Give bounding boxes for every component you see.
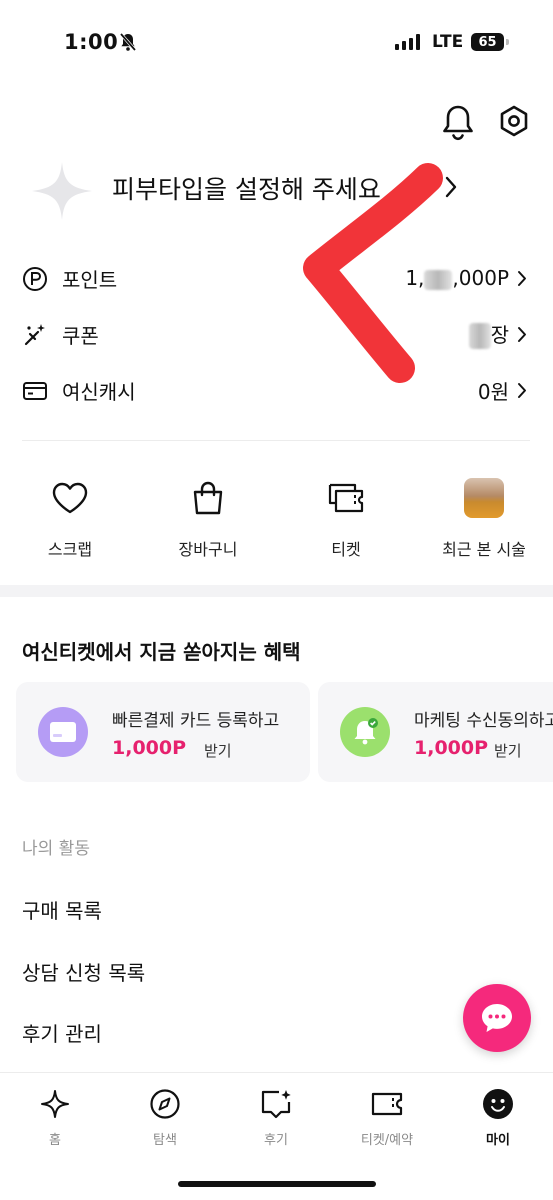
tab-my[interactable]: 마이 [443,1087,553,1148]
cash-row[interactable]: 여신캐시 0원 [0,368,553,412]
cash-icon [23,382,47,400]
points-label: 포인트 [62,267,118,292]
network-label: LTE [432,32,464,52]
points-value: 1, ,000P [405,266,509,290]
tab-label: 티켓/예약 [360,1133,414,1148]
benefit-card[interactable]: 마케팅 수신동의하고 1,000P 받기 [318,682,553,782]
quick-label: 장바구니 [178,540,238,559]
activity-heading: 나의 활동 [22,839,90,859]
tab-ticket[interactable]: 티켓/예약 [332,1087,442,1148]
consult-list-link[interactable]: 상담 신청 목록 [22,957,145,986]
points-row[interactable]: 포인트 1, ,000P [0,256,553,300]
chevron-right-icon[interactable] [444,176,458,198]
purchase-list-link[interactable]: 구매 목록 [22,895,102,924]
chevron-right-icon [518,271,526,286]
chevron-right-icon [518,383,526,398]
quick-ticket[interactable]: 티켓 [286,478,406,560]
home-indicator [178,1181,376,1187]
quick-recent[interactable]: 최근 본 시술 [424,478,544,560]
smile-icon [483,1089,513,1119]
chat-icon [482,1004,512,1032]
benefit-amount: 1,000P [112,737,187,759]
card-icon [38,707,88,757]
tab-label: 후기 [264,1133,288,1148]
tab-label: 마이 [486,1133,510,1148]
chevron-right-icon [518,327,526,342]
status-bar: 1:00 LTE 65 [0,0,553,86]
review-manage-link[interactable]: 후기 관리 [22,1018,102,1047]
benefit-card[interactable]: 빠른결제 카드 등록하고 1,000P 받기 [16,682,310,782]
quick-cart[interactable]: 장바구니 [148,478,268,560]
signal-icon [395,34,420,50]
quick-label: 최근 본 시술 [442,540,526,559]
benefit-suffix: 받기 [494,742,522,760]
quick-label: 스크랩 [47,540,93,559]
benefit-title: 빠른결제 카드 등록하고 [112,711,280,731]
quick-scrap[interactable]: 스크랩 [10,478,130,560]
battery-cap [506,39,509,45]
coupon-icon [24,324,45,346]
section-separator [0,585,553,597]
tab-label: 홈 [49,1133,61,1148]
sparkle-icon [41,1090,69,1118]
coupons-value: 장 [468,319,509,350]
settings-icon[interactable] [497,103,531,141]
bell-check-icon [340,707,390,757]
ticket-icon [328,483,364,513]
redacted-value [424,269,453,290]
point-icon [23,267,47,291]
tab-home[interactable]: 홈 [0,1087,110,1148]
ticket-icon [371,1092,403,1116]
tab-explore[interactable]: 탐색 [110,1087,220,1148]
quick-label: 티켓 [331,540,361,559]
bell-icon[interactable] [440,103,476,141]
benefits-title: 여신티켓에서 지금 쏟아지는 혜택 [22,640,301,664]
cash-label: 여신캐시 [62,379,136,404]
review-icon [261,1090,291,1119]
benefit-suffix: 받기 [204,742,232,760]
tab-review[interactable]: 후기 [221,1087,331,1148]
redacted-value [468,323,491,350]
skin-type-prompt[interactable]: 피부타입을 설정해 주세요 [112,170,381,206]
tab-label: 탐색 [153,1133,177,1148]
benefit-amount: 1,000P [414,737,489,759]
status-time: 1:00 [64,30,119,54]
battery-icon: 65 [471,33,504,51]
chat-fab[interactable] [463,984,531,1052]
cash-value: 0원 [477,379,509,404]
sparkle-icon [32,162,92,220]
benefit-title: 마케팅 수신동의하고 [414,711,553,731]
divider [22,440,530,441]
coupons-label: 쿠폰 [62,323,99,348]
compass-icon [150,1089,180,1119]
bell-off-icon [119,32,137,52]
bag-icon [193,481,223,515]
heart-icon [52,482,88,514]
recent-thumbnail [464,478,504,518]
coupons-row[interactable]: 쿠폰 장 [0,312,553,356]
